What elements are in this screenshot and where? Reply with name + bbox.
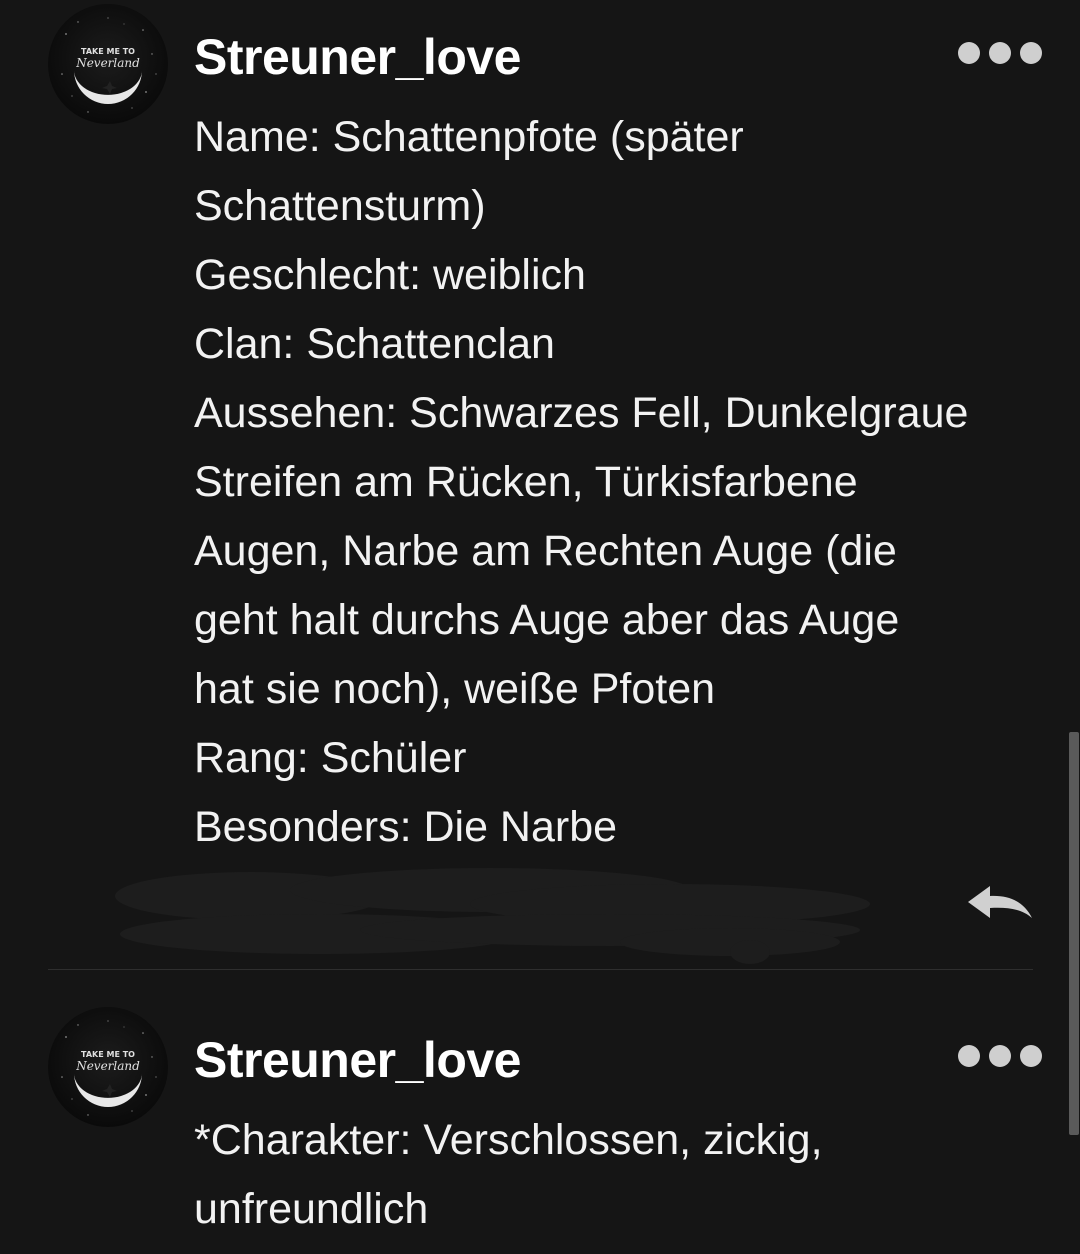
svg-text:TAKE ME TO: TAKE ME TO [81,1050,135,1059]
more-options-button[interactable] [958,38,1042,68]
more-dots-icon [1020,42,1042,64]
more-dots-icon [1020,1045,1042,1067]
svg-text:Neverland: Neverland [75,56,140,70]
comment-text-line: Rang: Schüler [194,734,467,782]
comment-1: TAKE ME TO Neverland Streuner_love Name:… [0,0,1080,970]
comment-text-line: Clan: Schattenclan [194,320,555,368]
svg-text:TAKE ME TO: TAKE ME TO [81,47,135,56]
comment-text-line: Name: Schattenpfote (später [194,113,744,161]
moon-avatar-icon: TAKE ME TO Neverland [61,1020,157,1116]
comment-text-line: Streifen am Rücken, Türkisfarbene [194,458,858,506]
more-dots-icon [989,1045,1011,1067]
more-dots-icon [989,42,1011,64]
scrollbar[interactable] [1069,732,1079,1135]
comment-text-line: Besonders: Die Narbe [194,803,618,851]
comment-text: *Charakter: Verschlossen, zickig, unfreu… [194,1106,1064,1244]
comment-text-line: geht halt durchs Auge aber das Auge [194,596,900,644]
username[interactable]: Streuner_love [194,28,521,86]
avatar[interactable]: TAKE ME TO Neverland [48,4,168,124]
reply-button[interactable] [962,878,1038,928]
more-options-button[interactable] [958,1041,1042,1071]
comment-2: TAKE ME TO Neverland Streuner_love *Char… [0,1000,1080,1254]
avatar[interactable]: TAKE ME TO Neverland [48,1007,168,1127]
username[interactable]: Streuner_love [194,1031,521,1089]
comment-text-line: hat sie noch), weiße Pfoten [194,665,716,713]
reply-arrow-icon [968,886,1032,918]
redacted-scribble [115,868,870,964]
more-dots-icon [958,1045,980,1067]
comment-text: Name: Schattenpfote (später Schattenstur… [194,103,1064,862]
comment-text-line: *Charakter: Verschlossen, zickig, [194,1116,823,1164]
comment-text-line: Aussehen: Schwarzes Fell, Dunkelgraue [194,389,969,437]
comment-text-line: Schattensturm) [194,182,486,230]
moon-avatar-icon: TAKE ME TO Neverland [61,17,157,113]
comment-text-line: unfreundlich [194,1185,429,1233]
more-dots-icon [958,42,980,64]
comment-divider [48,969,1033,970]
svg-text:Neverland: Neverland [75,1059,140,1073]
comment-text-line: Geschlecht: weiblich [194,251,586,299]
comment-text-line: Augen, Narbe am Rechten Auge (die [194,527,897,575]
